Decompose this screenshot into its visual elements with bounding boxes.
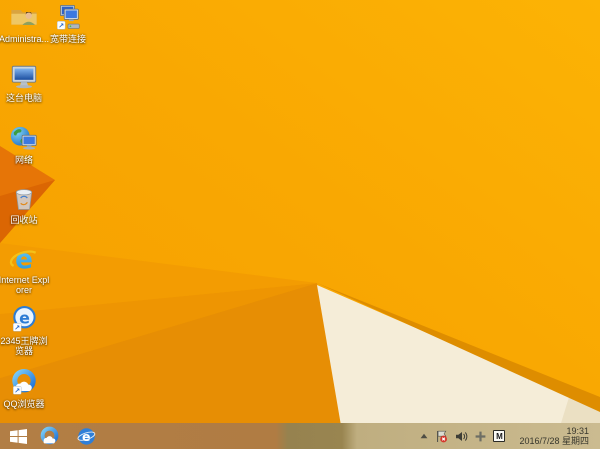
shortcut-arrow-badge: ↗: [56, 21, 66, 30]
qq-browser-icon: ↗: [12, 368, 36, 395]
taskbar-clock[interactable]: 19:31 2016/7/28 星期四: [519, 426, 589, 446]
svg-text:↗: ↗: [58, 21, 64, 30]
clock-date: 2016/7/28 星期四: [519, 436, 589, 446]
show-hidden-icons-button[interactable]: [420, 433, 428, 439]
icon-label: 回收站: [10, 215, 38, 225]
shortcut-arrow-badge: ↗: [12, 323, 22, 332]
svg-text:↗: ↗: [14, 323, 20, 332]
network-icon: [10, 126, 37, 150]
system-tray: M 19:31 2016/7/28 星期四: [420, 426, 600, 446]
internet-explorer-taskbar-icon: e: [77, 427, 95, 445]
svg-text:e: e: [15, 245, 33, 274]
desktop-wallpaper: [0, 0, 600, 449]
internet-explorer-icon: e: [9, 245, 37, 274]
taskbar-qq-browser-button[interactable]: [36, 423, 62, 449]
icon-label: 宽带连接: [49, 34, 86, 44]
chevron-up-icon: [421, 433, 428, 439]
desktop-icon-this-pc[interactable]: 这台电脑: [0, 62, 50, 103]
flag-alert-icon: [437, 430, 448, 442]
icon-label: Internet Explorer: [0, 275, 50, 295]
desktop-icon-broadband-connection[interactable]: ↗ 宽带连接: [42, 3, 94, 44]
2345-browser-icon: e ↗: [12, 306, 36, 332]
windows-logo-icon: [9, 428, 27, 444]
ime-cross-icon: [476, 431, 486, 441]
taskbar-internet-explorer-button[interactable]: e: [73, 423, 99, 449]
volume-button[interactable]: [455, 431, 468, 442]
svg-text:↗: ↗: [14, 386, 20, 395]
this-pc-icon: [11, 65, 37, 89]
shortcut-arrow-badge: ↗: [12, 386, 22, 395]
broadband-connection-icon: ↗: [56, 4, 80, 30]
windows-desktop: { "desktop": { "icons": [ {"name": "user…: [0, 0, 600, 449]
user-folder-icon: [11, 10, 37, 26]
clock-time: 19:31: [566, 426, 589, 436]
start-button[interactable]: [0, 423, 36, 449]
qq-browser-taskbar-icon: [40, 426, 58, 444]
ime-mode-button[interactable]: [475, 431, 486, 442]
desktop-icon-internet-explorer[interactable]: e Internet Explorer: [0, 244, 50, 295]
desktop-icon-2345-browser[interactable]: e ↗ 2345王牌浏览器: [0, 305, 50, 356]
taskbar: e M 19:31 2016/7/28 星期四: [0, 423, 600, 449]
icon-label: QQ浏览器: [3, 399, 45, 409]
icon-label: 网络: [14, 155, 33, 165]
icon-label: 2345王牌浏览器: [0, 336, 48, 356]
desktop-icon-recycle-bin[interactable]: 回收站: [0, 184, 50, 225]
svg-text:e: e: [81, 429, 89, 444]
recycle-bin-icon: [15, 189, 33, 210]
speaker-icon: [456, 431, 468, 441]
action-center-alert-icon[interactable]: [435, 430, 448, 443]
desktop-icon-network[interactable]: 网络: [0, 124, 50, 165]
desktop-icon-qq-browser[interactable]: ↗ QQ浏览器: [0, 368, 50, 409]
icon-label: 这台电脑: [5, 93, 42, 103]
ime-language-button[interactable]: M: [493, 430, 506, 442]
